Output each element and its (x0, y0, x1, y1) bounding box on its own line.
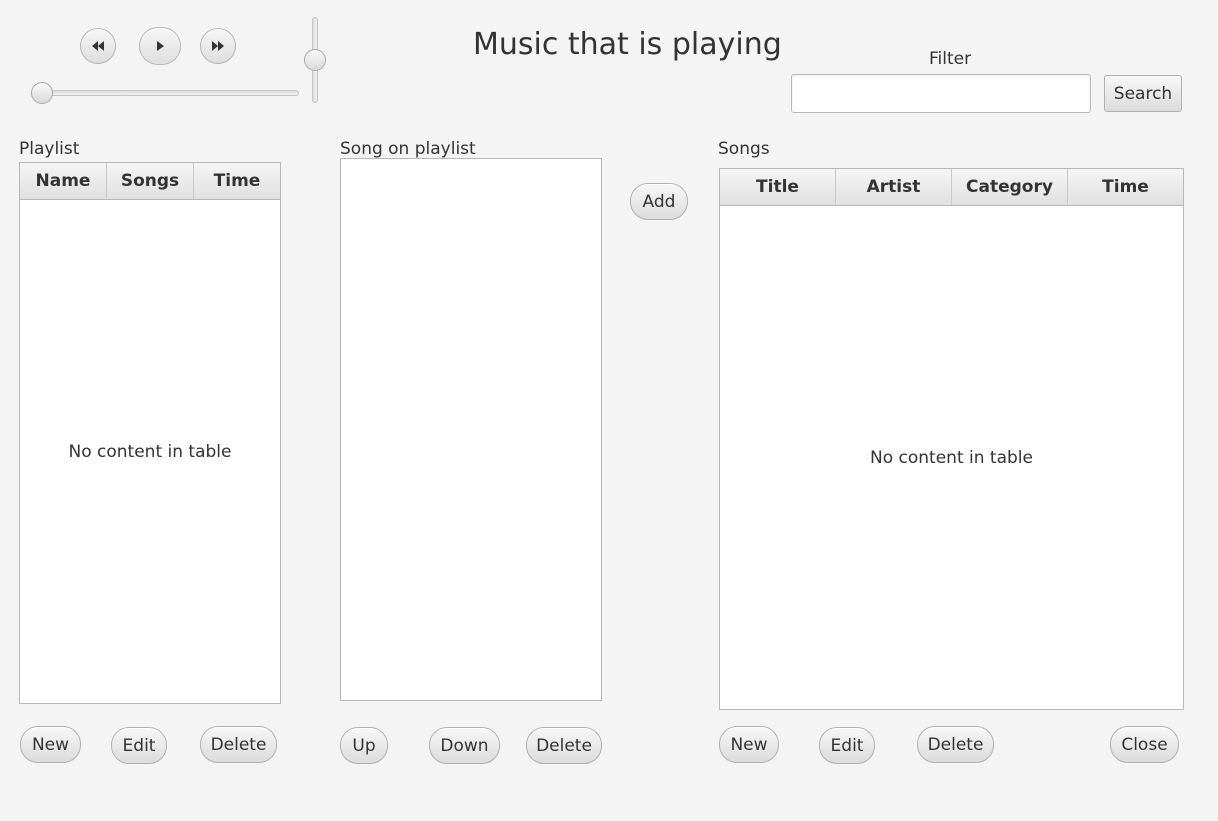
search-button[interactable]: Search (1104, 75, 1182, 112)
playlist-label: Playlist (19, 139, 80, 159)
playlist-song-delete-button[interactable]: Delete (526, 727, 602, 764)
column-header-artist[interactable]: Artist (836, 169, 952, 205)
column-header-time[interactable]: Time (194, 163, 280, 199)
rewind-icon (92, 41, 104, 51)
playlist-songs-list[interactable] (340, 158, 602, 701)
playlist-empty-message: No content in table (68, 442, 232, 462)
fast-forward-icon (212, 41, 224, 51)
playlist-delete-button[interactable]: Delete (200, 726, 277, 763)
add-song-button[interactable]: Add (630, 183, 688, 220)
song-delete-button[interactable]: Delete (917, 726, 994, 763)
move-down-button[interactable]: Down (429, 727, 500, 764)
column-header-name[interactable]: Name (20, 163, 107, 199)
songs-table[interactable]: Title Artist Category Time No content in… (719, 168, 1184, 710)
column-header-songs[interactable]: Songs (107, 163, 194, 199)
song-new-button[interactable]: New (719, 726, 779, 763)
play-button[interactable] (139, 27, 181, 65)
progress-slider-track[interactable] (32, 90, 299, 96)
column-header-category[interactable]: Category (952, 169, 1068, 205)
playlist-edit-button[interactable]: Edit (111, 727, 167, 764)
volume-slider-thumb[interactable] (304, 49, 326, 71)
fast-forward-button[interactable] (200, 28, 236, 64)
column-header-title[interactable]: Title (720, 169, 836, 205)
column-header-time[interactable]: Time (1068, 169, 1183, 205)
playlist-table-header: Name Songs Time (20, 163, 280, 200)
song-edit-button[interactable]: Edit (819, 727, 875, 764)
play-icon (157, 41, 164, 51)
filter-label: Filter (929, 49, 972, 69)
songs-table-header: Title Artist Category Time (720, 169, 1183, 206)
filter-input[interactable] (791, 74, 1091, 113)
playlist-table[interactable]: Name Songs Time No content in table (19, 162, 281, 704)
progress-slider-thumb[interactable] (31, 82, 53, 104)
songs-empty-message: No content in table (870, 448, 1033, 468)
rewind-button[interactable] (80, 28, 116, 64)
songs-label: Songs (718, 139, 770, 159)
close-button[interactable]: Close (1110, 726, 1179, 763)
playlist-songs-label: Song on playlist (340, 139, 476, 159)
playlist-new-button[interactable]: New (20, 726, 81, 763)
move-up-button[interactable]: Up (340, 727, 388, 764)
page-title: Music that is playing (473, 27, 782, 62)
